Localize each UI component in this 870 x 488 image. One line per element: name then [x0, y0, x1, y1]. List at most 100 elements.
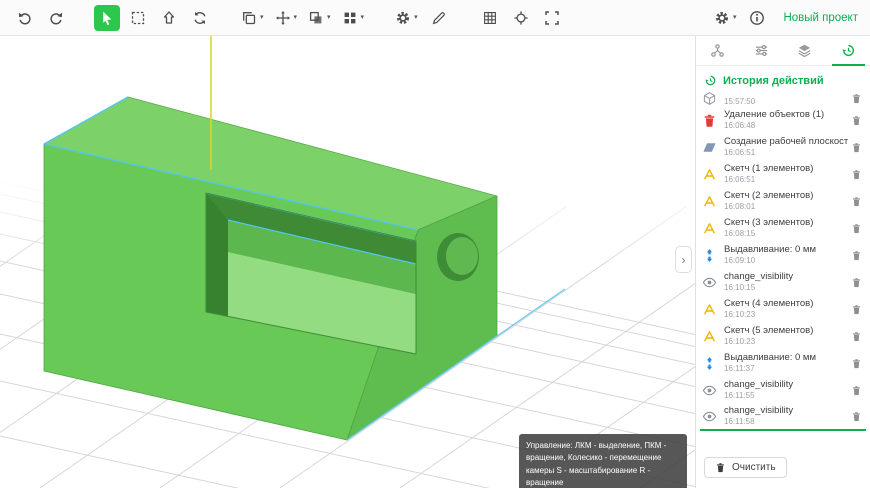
- sync-button[interactable]: [187, 5, 213, 31]
- cursor-icon: [99, 10, 115, 26]
- tab-layers[interactable]: [783, 36, 827, 65]
- history-item-label: Создание рабочей плоскости: [724, 137, 848, 148]
- clear-history-button[interactable]: Очистить: [704, 457, 787, 478]
- pattern-button[interactable]: ▾: [339, 5, 368, 31]
- frame-button[interactable]: [539, 5, 565, 31]
- history-item[interactable]: Скетч (4 элементов)16:10:23: [700, 296, 866, 323]
- history-item-time: 16:06:51: [724, 175, 848, 184]
- trash-icon: [851, 115, 862, 126]
- history-item[interactable]: Скетч (1 элементов)16:06:51: [700, 161, 866, 188]
- extrude-icon: [702, 356, 717, 371]
- history-item[interactable]: 15:57:50: [700, 92, 866, 107]
- pencil-icon: [431, 10, 447, 26]
- eye-icon: [702, 383, 717, 398]
- history-clear-row: Очистить: [696, 451, 870, 488]
- tab-history[interactable]: [827, 36, 870, 65]
- delete-history-item-button[interactable]: [848, 302, 864, 318]
- tools-button[interactable]: ▾: [392, 5, 421, 31]
- sliders-icon: [754, 43, 769, 58]
- history-icon: [704, 74, 717, 87]
- select-button[interactable]: [94, 5, 120, 31]
- focus-button[interactable]: [508, 5, 534, 31]
- trash-icon: [851, 250, 862, 261]
- history-item[interactable]: Скетч (3 элементов)16:08:15: [700, 215, 866, 242]
- duplicate-button[interactable]: ▾: [305, 5, 334, 31]
- history-item-text: change_visibility16:10:15: [724, 272, 848, 292]
- history-item-time: 16:08:01: [724, 202, 848, 211]
- history-item[interactable]: Скетч (5 элементов)16:10:23: [700, 323, 866, 350]
- history-item[interactable]: Скетч (2 элементов)16:08:01: [700, 188, 866, 215]
- history-item-text: change_visibility16:11:58: [724, 406, 848, 426]
- side-hole: [437, 233, 479, 281]
- redo-button[interactable]: [43, 5, 69, 31]
- arrow-up-icon: [161, 10, 177, 26]
- caret-down-icon: ▾: [260, 14, 264, 21]
- undo-button[interactable]: [12, 5, 38, 31]
- delete-history-item-button[interactable]: [848, 329, 864, 345]
- history-item[interactable]: Выдавливание: 0 мм16:09:10: [700, 242, 866, 269]
- caret-down-icon: ▾: [294, 14, 298, 21]
- history-item-text: Скетч (1 элементов)16:06:51: [724, 164, 848, 184]
- history-item-text: change_visibility16:11:55: [724, 380, 848, 400]
- delete-history-item-button[interactable]: [848, 113, 864, 129]
- delete-history-item-button[interactable]: [848, 167, 864, 183]
- tab-display[interactable]: [740, 36, 784, 65]
- history-item-label: Скетч (1 элементов): [724, 164, 848, 175]
- duplicate-icon: [308, 10, 324, 26]
- history-item-time: 16:09:10: [724, 256, 848, 265]
- history-item-label: change_visibility: [724, 272, 848, 283]
- history-item-label: Скетч (3 элементов): [724, 218, 848, 229]
- delete-history-item-button[interactable]: [848, 409, 864, 425]
- history-item-time: 16:10:15: [724, 283, 848, 292]
- viewport-canvas[interactable]: [0, 36, 697, 488]
- pull-button[interactable]: [156, 5, 182, 31]
- crosshair-icon: [513, 10, 529, 26]
- delete-history-item-button[interactable]: [848, 194, 864, 210]
- panel-collapse-button[interactable]: ›: [675, 246, 692, 273]
- delete-history-item-button[interactable]: [848, 275, 864, 291]
- toolbar-left-group: ▾▾▾▾▾: [12, 5, 570, 31]
- history-item-text: 15:57:50: [724, 97, 848, 106]
- trash-icon: [851, 223, 862, 234]
- history-item[interactable]: change_visibility16:10:15: [700, 269, 866, 296]
- settings-button[interactable]: ▾: [711, 5, 740, 31]
- history-item[interactable]: change_visibility16:11:58: [700, 404, 866, 431]
- history-item-time: 16:11:37: [724, 364, 848, 373]
- history-item-time: 16:10:23: [724, 337, 848, 346]
- history-item-time: 16:06:51: [724, 148, 848, 157]
- sketch-icon: [702, 329, 717, 344]
- history-item-time: 16:08:15: [724, 229, 848, 238]
- delete-history-item-button[interactable]: [848, 356, 864, 372]
- panel-tabs: [696, 36, 870, 66]
- history-icon: [841, 43, 856, 58]
- history-title: История действий: [723, 75, 824, 87]
- history-item-text: Скетч (3 элементов)16:08:15: [724, 218, 848, 238]
- delete-history-item-button[interactable]: [848, 248, 864, 264]
- history-item-label: Скетч (5 элементов): [724, 326, 848, 337]
- sync-icon: [192, 10, 208, 26]
- sketch-icon: [702, 302, 717, 317]
- history-list: 15:57:50Удаление объектов (1)16:06:48Соз…: [696, 92, 870, 451]
- history-item[interactable]: Удаление объектов (1)16:06:48: [700, 107, 866, 134]
- delete-history-item-button[interactable]: [848, 221, 864, 237]
- project-name[interactable]: Новый проект: [783, 12, 858, 24]
- copy-button[interactable]: ▾: [238, 5, 267, 31]
- caret-down-icon: ▾: [414, 14, 418, 21]
- delete-history-item-button[interactable]: [848, 92, 864, 106]
- box-select-button[interactable]: [125, 5, 151, 31]
- history-item[interactable]: Создание рабочей плоскости16:06:51: [700, 134, 866, 161]
- history-item[interactable]: change_visibility16:11:55: [700, 377, 866, 404]
- viewport-3d[interactable]: Управление: ЛКМ - выделение, ПКМ - враще…: [0, 36, 697, 488]
- grid-button[interactable]: [477, 5, 503, 31]
- history-item[interactable]: Выдавливание: 0 мм16:11:37: [700, 350, 866, 377]
- tab-structure[interactable]: [696, 36, 740, 65]
- history-title-row: История действий: [696, 66, 870, 92]
- delete-history-item-button[interactable]: [848, 140, 864, 156]
- history-item-text: Выдавливание: 0 мм16:09:10: [724, 245, 848, 265]
- trash-icon: [851, 142, 862, 153]
- history-item-label: Скетч (4 элементов): [724, 299, 848, 310]
- measure-button[interactable]: [426, 5, 452, 31]
- delete-history-item-button[interactable]: [848, 383, 864, 399]
- move-button[interactable]: ▾: [272, 5, 301, 31]
- info-button[interactable]: [744, 5, 770, 31]
